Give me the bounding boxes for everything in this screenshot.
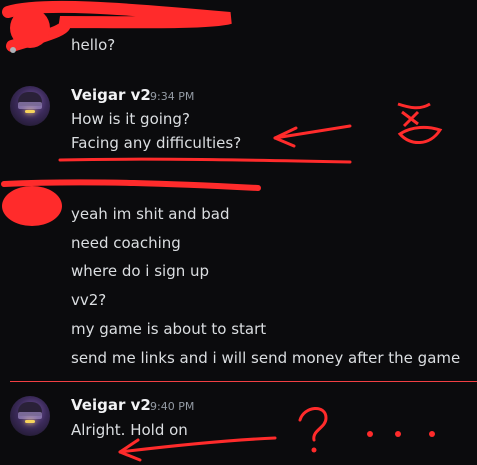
veigar-avatar-icon[interactable] [10, 396, 50, 436]
message-text: send me links and i will send money afte… [71, 349, 461, 367]
message-author[interactable]: Veigar v2 [71, 86, 151, 104]
message-text: yeah im shit and bad [71, 205, 230, 223]
message-author[interactable]: Veigar v2 [71, 396, 151, 414]
message-text: need coaching [71, 234, 181, 252]
message-text: vv2? [71, 291, 107, 309]
veigar-avatar-icon[interactable] [10, 86, 50, 126]
chat-message-list: hello? Veigar v2 9:34 PM How is it going… [0, 0, 477, 465]
message-timestamp: 9:40 PM [150, 400, 195, 413]
user-status-icon [10, 47, 16, 53]
message-text: How is it going? [71, 110, 190, 128]
message-text: hello? [71, 36, 116, 54]
message-text: my game is about to start [71, 320, 267, 338]
message-text: Facing any difficulties? [71, 134, 242, 152]
message-timestamp: 9:34 PM [150, 90, 195, 103]
new-messages-divider [10, 381, 477, 382]
message-text: where do i sign up [71, 262, 210, 280]
message-text: Alright. Hold on [71, 421, 188, 439]
